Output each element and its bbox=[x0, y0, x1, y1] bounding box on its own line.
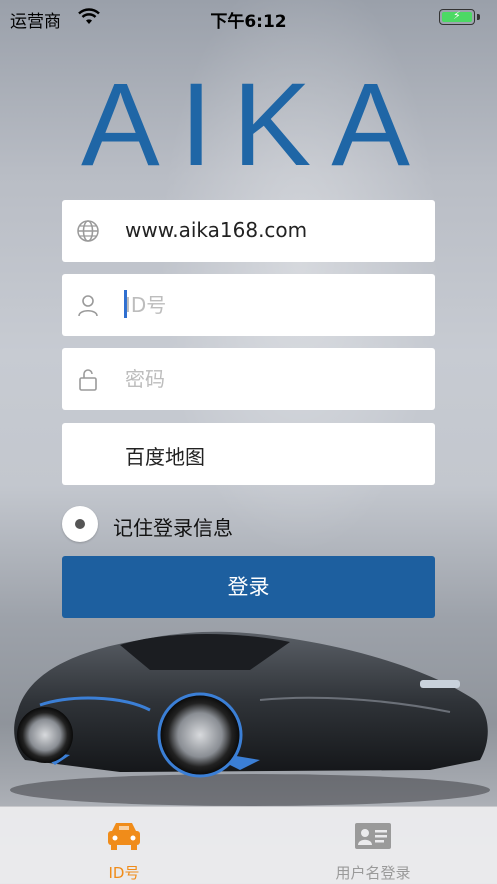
id-card-icon bbox=[355, 823, 391, 849]
map-selector-label: 百度地图 bbox=[125, 445, 205, 469]
id-field[interactable] bbox=[62, 274, 435, 336]
battery-icon bbox=[439, 9, 475, 25]
server-field[interactable]: www.aika168.com bbox=[62, 200, 435, 262]
remember-radio[interactable] bbox=[62, 506, 98, 542]
app-logo: AIKA bbox=[81, 59, 430, 191]
server-url: www.aika168.com bbox=[125, 218, 308, 242]
tab-bar: ID号 用户名登录 bbox=[0, 806, 497, 884]
car-image bbox=[10, 631, 490, 806]
map-selector[interactable]: 百度地图 bbox=[62, 423, 435, 485]
battery-cap bbox=[477, 14, 480, 20]
tab-username-login[interactable]: 用户名登录 bbox=[249, 807, 497, 884]
password-field[interactable] bbox=[62, 348, 435, 410]
user-icon bbox=[78, 295, 98, 317]
status-bar: 运营商 下午6:12 bbox=[0, 0, 497, 36]
tab-username-label: 用户名登录 bbox=[335, 864, 411, 882]
tab-id-login[interactable]: ID号 bbox=[0, 807, 248, 884]
password-input[interactable] bbox=[125, 364, 415, 394]
tab-id-label: ID号 bbox=[108, 864, 140, 882]
id-input[interactable] bbox=[125, 290, 415, 320]
remember-label: 记住登录信息 bbox=[113, 516, 233, 540]
clock: 下午6:12 bbox=[210, 12, 287, 32]
lock-icon bbox=[79, 369, 97, 391]
car-icon bbox=[108, 823, 140, 850]
globe-icon bbox=[77, 220, 99, 242]
